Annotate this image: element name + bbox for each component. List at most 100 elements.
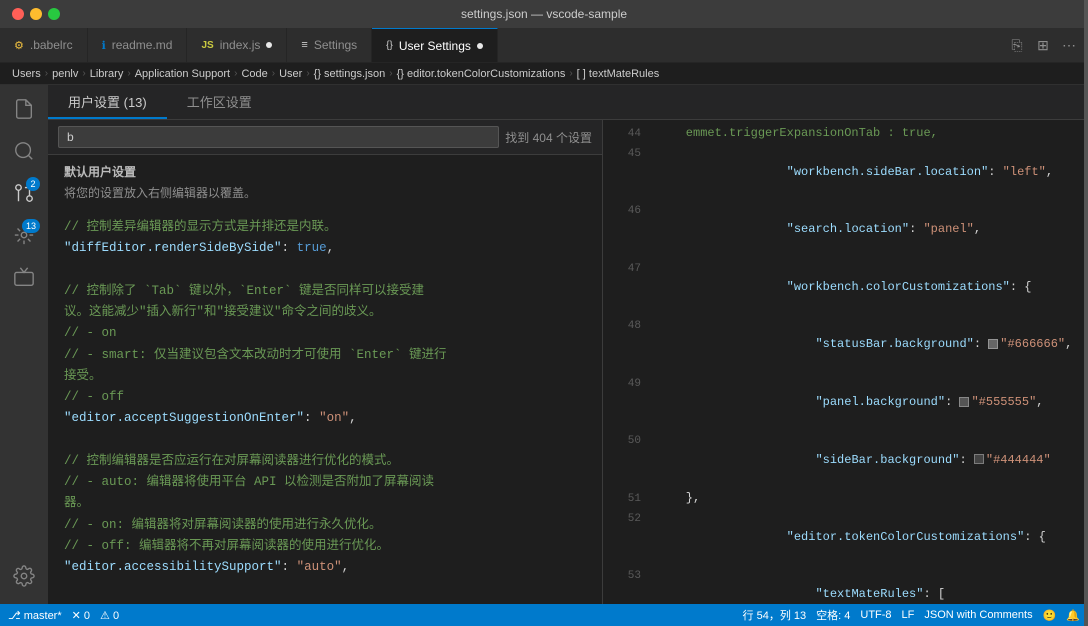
tab-label-readme: readme.md xyxy=(112,38,173,52)
line-content-49: "panel.background": "#555555", xyxy=(657,374,1080,432)
more-actions-button[interactable]: ⋯ xyxy=(1058,34,1080,56)
statusbar-encoding[interactable]: UTF-8 xyxy=(860,609,891,621)
search-input-wrapper[interactable] xyxy=(58,126,499,148)
line-content-44: emmet.triggerExpansionOnTab : true, xyxy=(657,124,1080,143)
search-input[interactable] xyxy=(67,130,490,144)
tab-modified-dot-user-settings xyxy=(477,43,483,49)
statusbar-errors[interactable]: ✕ 0 xyxy=(72,609,90,622)
statusbar-branch[interactable]: ⎇ master* xyxy=(8,609,62,622)
statusbar-smiley[interactable]: 🙂 xyxy=(1043,609,1057,622)
code-line-comment11: // - on: 编辑器将对屏幕阅读器的使用进行永久优化。 xyxy=(64,515,586,536)
default-settings-code: // 控制差异编辑器的显示方式是并排还是内联。 "diffEditor.rend… xyxy=(48,217,602,578)
statusbar-left: ⎇ master* ✕ 0 ⚠ 0 xyxy=(8,609,119,622)
breadcrumb-penlv[interactable]: penlv xyxy=(52,68,78,80)
default-settings-body[interactable]: // 控制差异编辑器的显示方式是并排还是内联。 "diffEditor.rend… xyxy=(48,209,602,604)
breadcrumb-textmate[interactable]: [ ] textMateRules xyxy=(577,68,660,80)
statusbar-bell[interactable]: 🔔 xyxy=(1066,609,1080,622)
breadcrumb-library[interactable]: Library xyxy=(90,68,124,80)
tab-icon-babelrc: ⚙ xyxy=(14,39,24,52)
settings-tab-user[interactable]: 用户设置 (13) xyxy=(48,85,167,119)
error-icon: ✕ xyxy=(72,610,81,622)
breadcrumb-user[interactable]: User xyxy=(279,68,302,80)
breadcrumb-users[interactable]: Users xyxy=(12,68,41,80)
code-line-comment6: 接受。 xyxy=(64,366,586,387)
tab-settings[interactable]: ≡ Settings xyxy=(287,28,372,62)
activity-settings[interactable] xyxy=(4,556,44,596)
line-num-45: 45 xyxy=(611,146,641,164)
editors-container: 用户设置 (13) 工作区设置 找到 404 个设置 默认用户设置 将您的设置放… xyxy=(48,85,1088,604)
line-content-48: "statusBar.background": "#666666", xyxy=(657,316,1080,374)
search-bar: 找到 404 个设置 xyxy=(48,120,602,155)
tab-readme[interactable]: ℹ readme.md xyxy=(88,28,188,62)
code-line-comment5: // - smart: 仅当建议包含文本改动时才可使用 `Enter` 键进行 xyxy=(64,345,586,366)
statusbar-spaces[interactable]: 空格: 4 xyxy=(816,607,850,623)
tab-indexjs[interactable]: JS index.js xyxy=(187,28,287,62)
statusbar-language[interactable]: JSON with Comments xyxy=(924,609,1032,621)
breadcrumb-sep-2: › xyxy=(82,68,85,79)
tab-label-user-settings: User Settings xyxy=(399,39,471,53)
tab-babelrc[interactable]: ⚙ .babelrc xyxy=(0,28,88,62)
warning-icon: ⚠ xyxy=(100,610,110,622)
window-title: settings.json — vscode-sample xyxy=(461,7,627,21)
combined-editor: 找到 404 个设置 默认用户设置 将您的设置放入右侧编辑器以覆盖。 // 控制… xyxy=(48,120,1088,604)
statusbar-warnings[interactable]: ⚠ 0 xyxy=(100,609,119,622)
activity-search[interactable] xyxy=(4,131,44,171)
tab-modified-dot-indexjs xyxy=(266,42,272,48)
line-content-51: }, xyxy=(657,489,1080,508)
statusbar-line-ending[interactable]: LF xyxy=(902,609,915,621)
line-50: 50 "sideBar.background": "#444444" xyxy=(603,431,1088,489)
line-content-47: "workbench.colorCustomizations": { xyxy=(657,259,1080,317)
line-49: 49 "panel.background": "#555555", xyxy=(603,374,1088,432)
activity-git[interactable]: 2 xyxy=(4,173,44,213)
tab-icon-settings: ≡ xyxy=(301,39,307,51)
user-settings-editor[interactable]: 44 emmet.triggerExpansionOnTab : true, 4… xyxy=(603,120,1088,604)
code-line-comment8: // 控制编辑器是否应运行在对屏幕阅读器进行优化的模式。 xyxy=(64,451,586,472)
code-line-comment4: // - on xyxy=(64,323,586,344)
editor-layout-button[interactable]: ⊞ xyxy=(1032,34,1054,56)
color-swatch-444 xyxy=(974,454,984,464)
tab-label-settings: Settings xyxy=(314,38,357,52)
activity-extensions[interactable] xyxy=(4,257,44,297)
color-swatch-666 xyxy=(988,339,998,349)
titlebar: settings.json — vscode-sample xyxy=(0,0,1088,28)
code-line-comment7: // - off xyxy=(64,387,586,408)
line-num-48: 48 xyxy=(611,318,641,336)
tab-user-settings[interactable]: {} User Settings xyxy=(372,28,498,62)
line-content-50: "sideBar.background": "#444444" xyxy=(657,431,1080,489)
debug-badge: 13 xyxy=(22,219,40,233)
code-line-comment10: 器。 xyxy=(64,493,586,514)
breadcrumb-token-color[interactable]: {} editor.tokenColorCustomizations xyxy=(397,68,566,80)
breadcrumb-code[interactable]: Code xyxy=(241,68,267,80)
maximize-button[interactable] xyxy=(48,8,60,20)
code-line-diff: "diffEditor.renderSideBySide": true, xyxy=(64,238,586,259)
code-line-comment9: // - auto: 编辑器将使用平台 API 以检测是否附加了屏幕阅读 xyxy=(64,472,586,493)
statusbar-position[interactable]: 行 54，列 13 xyxy=(743,607,807,623)
breadcrumb-settings-json[interactable]: {} settings.json xyxy=(314,68,386,80)
activity-debug[interactable]: 13 xyxy=(4,215,44,255)
line-num-51: 51 xyxy=(611,491,641,509)
tab-icon-readme: ℹ xyxy=(102,39,106,52)
statusbar-right: 行 54，列 13 空格: 4 UTF-8 LF JSON with Comme… xyxy=(743,607,1080,623)
breadcrumb-sep-3: › xyxy=(127,68,130,79)
line-46: 46 "search.location": "panel", xyxy=(603,201,1088,259)
breadcrumb-sep-5: › xyxy=(272,68,275,79)
statusbar: ⎇ master* ✕ 0 ⚠ 0 行 54，列 13 空格: 4 UTF-8 … xyxy=(0,604,1088,626)
line-num-46: 46 xyxy=(611,203,641,221)
close-button[interactable] xyxy=(12,8,24,20)
activity-bar: 2 13 xyxy=(0,85,48,604)
split-editor-button[interactable]: ⎘ xyxy=(1006,34,1028,56)
default-settings-desc: 将您的设置放入右侧编辑器以覆盖。 xyxy=(48,184,602,209)
git-badge: 2 xyxy=(26,177,40,191)
line-45: 45 "workbench.sideBar.location": "left", xyxy=(603,144,1088,202)
minimize-button[interactable] xyxy=(30,8,42,20)
line-num-49: 49 xyxy=(611,376,641,394)
activity-files[interactable] xyxy=(4,89,44,129)
settings-tab-workspace[interactable]: 工作区设置 xyxy=(167,85,272,119)
left-panel: 找到 404 个设置 默认用户设置 将您的设置放入右侧编辑器以覆盖。 // 控制… xyxy=(48,120,603,604)
settings-top-area: 用户设置 (13) 工作区设置 xyxy=(48,85,1088,120)
tab-bar: ⚙ .babelrc ℹ readme.md JS index.js ≡ Set… xyxy=(0,28,1088,63)
line-53: 53 "textMateRules": [ xyxy=(603,566,1088,604)
line-num-44: 44 xyxy=(611,126,641,144)
line-content-52: "editor.tokenColorCustomizations": { xyxy=(657,509,1080,567)
breadcrumb-app-support[interactable]: Application Support xyxy=(135,68,230,80)
